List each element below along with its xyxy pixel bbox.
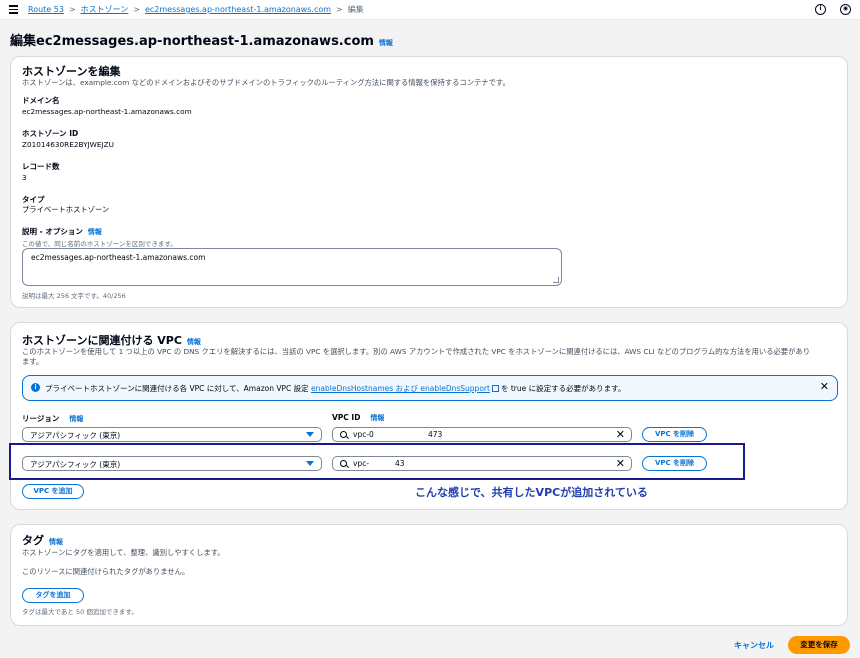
breadcrumb-hosted-zones[interactable]: ホストゾーン (81, 5, 129, 14)
top-bar: Route 53 > ホストゾーン > ec2messages.ap-northeast… (0, 0, 860, 20)
description-hint: この値で、同じ名前のホストゾーンを区別できます。 (22, 240, 177, 248)
cancel-button[interactable]: キャンセル (734, 640, 774, 651)
vpc-info-link[interactable]: 情報 (187, 338, 201, 346)
zone-id-value: Z01014630RE2BYJWEJZU (22, 140, 114, 149)
chevron-right-icon: > (68, 5, 76, 14)
region-select[interactable]: アジアパシフィック (東京) (22, 427, 322, 442)
info-alert: i プライベートホストゾーンに関連付ける各 VPC に対して、Amazon VP… (22, 375, 838, 401)
vpc-id-info-link[interactable]: 情報 (370, 414, 384, 422)
tags-panel: タグ 情報 ホストゾーンにタグを適用して、整理、識別しやすくします。 このリソース… (10, 524, 848, 626)
zone-id-label: ホストゾーン ID (22, 129, 79, 138)
menu-icon[interactable] (9, 5, 18, 14)
chevron-right-icon: > (133, 5, 140, 14)
description-textarea[interactable]: ec2messages.ap-northeast-1.amazonaws.com (22, 248, 562, 286)
records-label: レコード数 (22, 162, 60, 171)
tags-description: ホストゾーンにタグを適用して、整理、識別しやすくします。 (22, 548, 225, 557)
domain-label: ドメイン名 (22, 96, 60, 105)
region-info-link[interactable]: 情報 (69, 415, 83, 423)
breadcrumb-current: 編集 (347, 5, 364, 14)
resize-handle-icon[interactable] (553, 277, 559, 283)
chevron-right-icon: > (336, 5, 343, 14)
clear-icon[interactable]: ✕ (616, 428, 625, 441)
vpc-description-cont: ます。 (22, 357, 44, 366)
region-label: リージョン 情報 (22, 414, 84, 423)
annotation-text: こんな感じで、共有したVPCが追加されている (415, 486, 648, 499)
tags-info-link[interactable]: 情報 (49, 538, 63, 546)
caret-down-icon (306, 432, 314, 437)
settings-icon[interactable]: ◉ (840, 4, 851, 15)
vpc-description: このホストゾーンを使用して 1 つ以上の VPC の DNS クエリを解決するに… (22, 347, 810, 356)
tags-empty: このリソースに関連付けられたタグがありません。 (22, 567, 190, 576)
close-icon[interactable]: ✕ (820, 381, 829, 392)
records-value: 3 (22, 173, 27, 182)
vpc-panel: ホストゾーンに関連付ける VPC 情報 このホストゾーンを使用して 1 つ以上の … (10, 322, 848, 510)
hosted-zone-panel: ホストゾーンを編集 ホストゾーンは、example.com などのドメインおよび… (10, 56, 848, 308)
vpc-search-input[interactable]: vpc-0 473 ✕ (332, 427, 632, 442)
alert-text: プライベートホストゾーンに関連付ける各 VPC に対して、Amazon VPC … (45, 384, 626, 393)
add-vpc-button[interactable]: VPC を追加 (22, 484, 84, 499)
remove-vpc-button[interactable]: VPC を削除 (642, 427, 707, 442)
dns-settings-link[interactable]: enableDnsHostnames および enableDnsSupport (311, 384, 490, 393)
breadcrumb: Route 53 > ホストゾーン > ec2messages.ap-northeast… (28, 4, 364, 15)
vpc-id-label: VPC ID 情報 (332, 413, 385, 422)
info-link[interactable]: 情報 (379, 39, 393, 47)
breadcrumb-zone[interactable]: ec2messages.ap-northeast-1.amazonaws.com (145, 5, 331, 14)
breadcrumb-route53[interactable]: Route 53 (28, 5, 64, 14)
info-circle-icon: i (31, 383, 40, 392)
domain-value: ec2messages.ap-northeast-1.amazonaws.com (22, 107, 192, 116)
tags-heading: タグ 情報 (22, 534, 63, 547)
info-icon[interactable]: i (815, 4, 826, 15)
add-tag-button[interactable]: タグを追加 (22, 588, 84, 603)
hosted-zone-description: ホストゾーンは、example.com などのドメインおよびそのサブドメインのト… (22, 78, 510, 87)
type-label: タイプ (22, 195, 45, 204)
tags-limit: タグは最大であと 50 個追加できます。 (22, 608, 138, 616)
description-label: 説明 - オプション 情報 (22, 227, 102, 236)
highlight-box (9, 443, 745, 480)
external-link-icon (491, 385, 499, 392)
hosted-zone-heading: ホストゾーンを編集 (22, 65, 121, 78)
type-value: プライベートホストゾーン (22, 205, 110, 214)
vpc-heading: ホストゾーンに関連付ける VPC 情報 (22, 334, 201, 347)
search-icon (340, 431, 347, 438)
page-title: 編集ec2messages.ap-northeast-1.amazonaws.c… (10, 34, 393, 49)
save-button[interactable]: 変更を保存 (788, 636, 850, 654)
description-limit: 説明は最大 256 文字です。40/256 (22, 292, 126, 300)
description-info-link[interactable]: 情報 (88, 228, 102, 236)
